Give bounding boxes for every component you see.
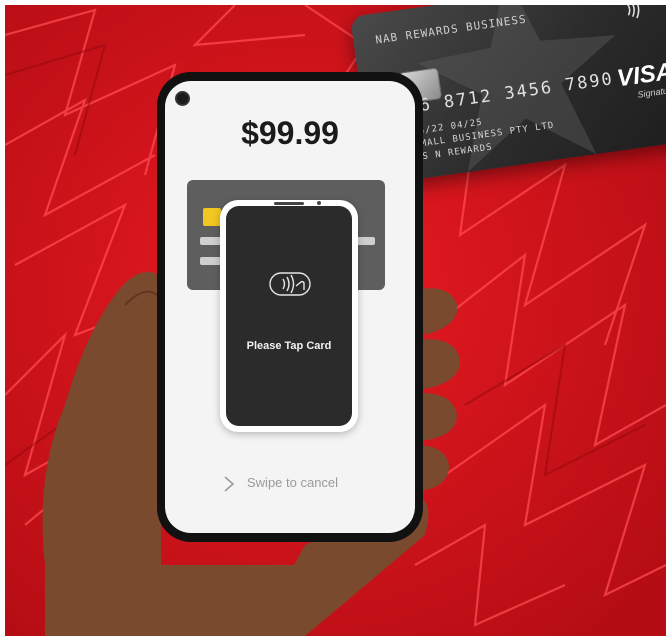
tap-phone-speaker — [274, 202, 304, 205]
tap-phone-screen — [226, 206, 352, 426]
tap-card-prompt: Please Tap Card — [246, 340, 332, 352]
payment-amount: $99.99 — [241, 115, 339, 151]
swipe-to-cancel[interactable]: Swipe to cancel — [247, 475, 338, 490]
promo-image: NAB REWARDS BUSINESS 4336 8712 3456 7890… — [5, 5, 666, 636]
phone-screen: $99.99 Please Tap Card Swipe to cancel — [165, 81, 415, 533]
card-illustration-chip — [203, 208, 221, 226]
card-illustration-stripe — [355, 237, 375, 245]
front-camera — [175, 91, 190, 106]
tap-phone-camera — [317, 201, 321, 205]
contactless-tap-icon — [269, 272, 311, 296]
chevron-right-icon[interactable] — [222, 475, 236, 493]
card-illustration-stripe — [200, 257, 222, 265]
